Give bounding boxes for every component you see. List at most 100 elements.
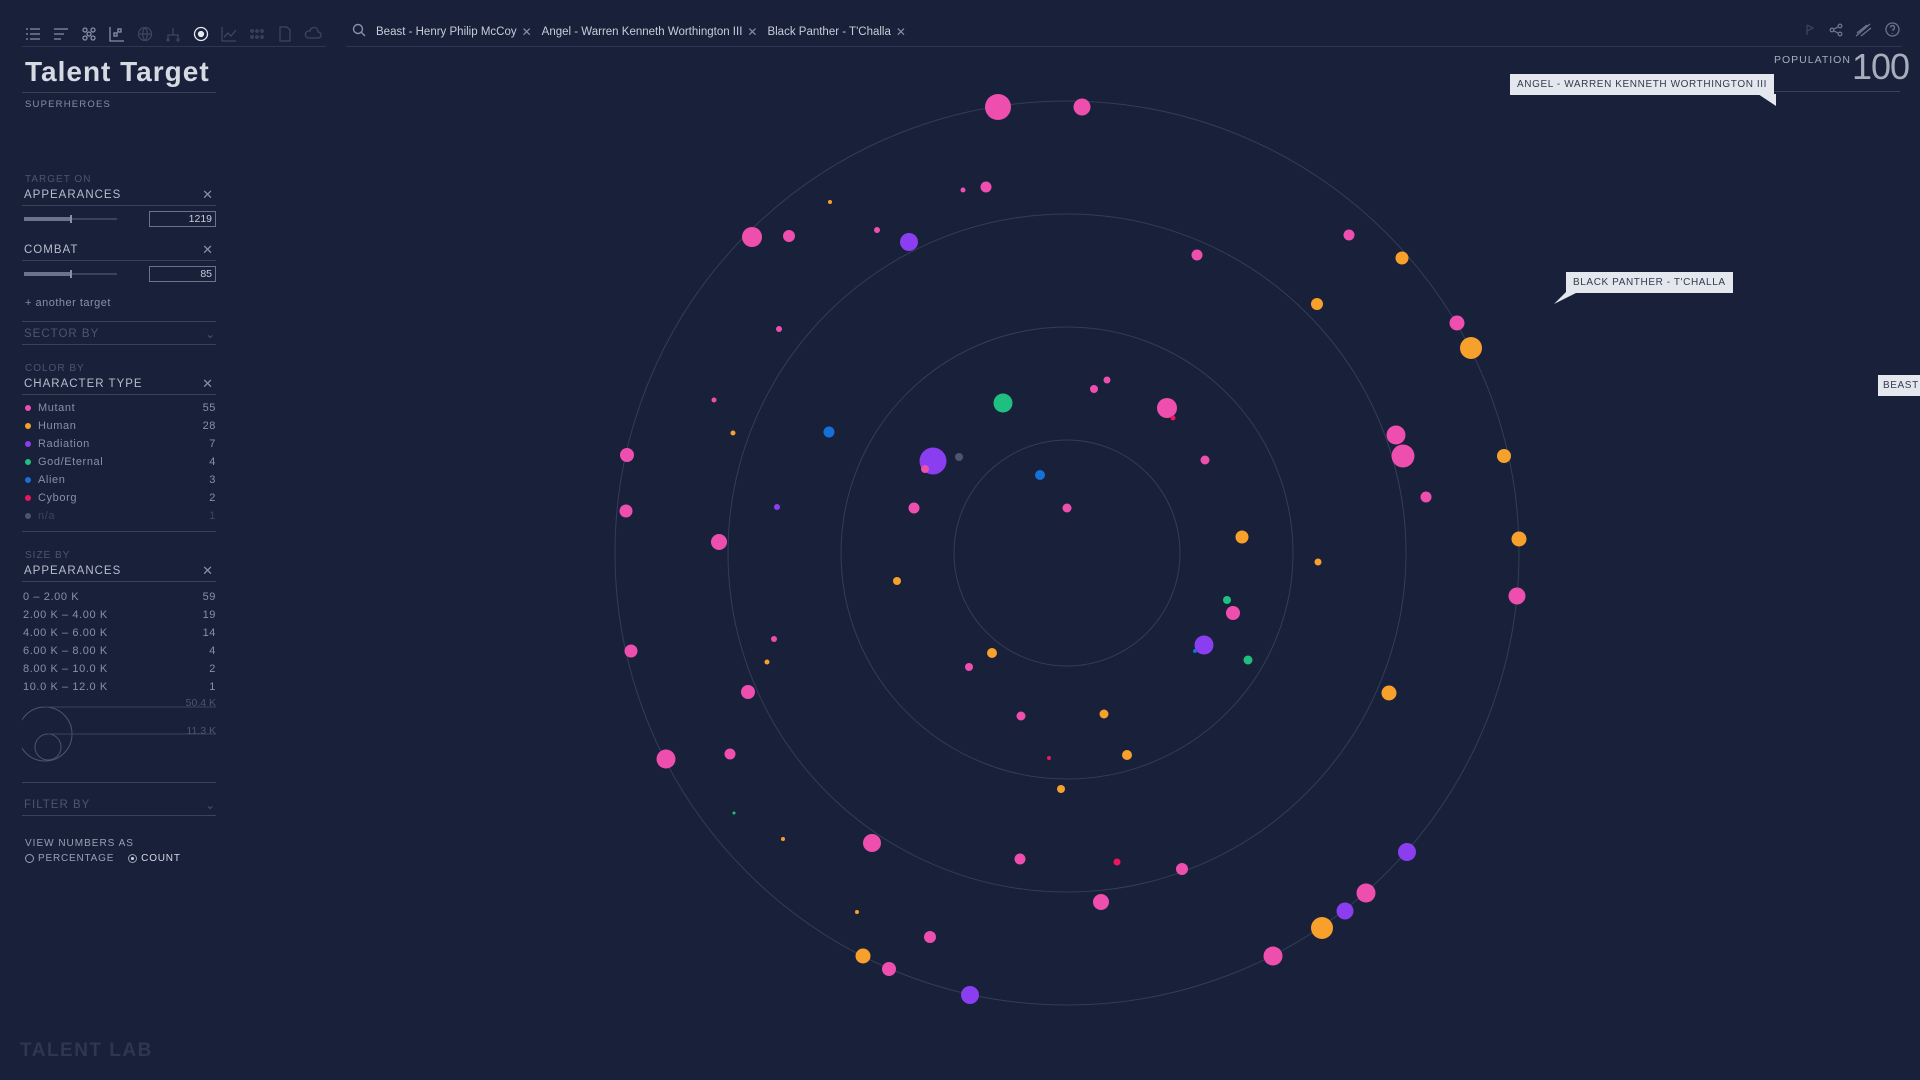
add-target-link[interactable]: + another target — [25, 297, 216, 309]
character-bubble[interactable] — [624, 644, 638, 658]
character-bubble[interactable] — [961, 986, 979, 1004]
character-bubble[interactable] — [711, 397, 717, 403]
character-bubble[interactable] — [1497, 449, 1511, 463]
character-bubble[interactable] — [1047, 756, 1051, 760]
radio-circle[interactable] — [128, 854, 138, 863]
character-bubble[interactable] — [1395, 251, 1409, 265]
search-icon[interactable] — [352, 23, 366, 42]
character-bubble[interactable] — [1243, 655, 1253, 665]
size-legend-item[interactable]: 6.00 K – 8.00 K 4 — [22, 642, 216, 660]
character-bubble[interactable] — [924, 931, 936, 943]
character-bubble[interactable] — [960, 187, 966, 193]
close-icon[interactable]: ✕ — [747, 25, 757, 39]
character-bubble[interactable] — [1356, 883, 1376, 903]
character-bubble[interactable] — [730, 430, 736, 436]
character-bubble[interactable] — [781, 837, 785, 841]
character-bubble[interactable] — [1016, 711, 1026, 721]
character-bubble[interactable] — [1194, 635, 1214, 655]
character-bubble[interactable] — [1193, 649, 1197, 653]
size-by-field[interactable]: APPEARANCES ✕ — [22, 561, 216, 582]
character-bubble[interactable] — [908, 502, 920, 514]
character-bubble[interactable] — [987, 648, 997, 658]
sector-by-dropdown[interactable]: SECTOR BY ⌄ — [22, 324, 216, 345]
character-bubble[interactable] — [1336, 902, 1354, 920]
legend-item[interactable]: Cyborg 2 — [22, 489, 216, 507]
character-bubble[interactable] — [1508, 587, 1526, 605]
character-bubble[interactable] — [1386, 425, 1406, 445]
character-bubble[interactable] — [724, 748, 736, 760]
bar-chart-icon[interactable] — [50, 23, 72, 45]
legend-item[interactable]: Alien 3 — [22, 471, 216, 489]
character-bubble[interactable] — [882, 962, 896, 976]
document-icon[interactable] — [274, 23, 296, 45]
character-bubble[interactable] — [1057, 785, 1065, 793]
dataset-name[interactable]: SUPERHEROES — [25, 99, 216, 110]
search-chip[interactable]: Beast - Henry Philip McCoy ✕ — [376, 25, 532, 39]
character-bubble[interactable] — [776, 326, 782, 332]
color-by-field[interactable]: CHARACTER TYPE ✕ — [22, 374, 216, 395]
target-field-combat[interactable]: COMBAT ✕ — [22, 240, 216, 261]
search-chip[interactable]: Angel - Warren Kenneth Worthington III ✕ — [542, 25, 758, 39]
legend-item[interactable]: Mutant 55 — [22, 399, 216, 417]
character-bubble[interactable] — [783, 230, 795, 242]
character-bubble[interactable] — [1073, 98, 1091, 116]
scatter-icon[interactable] — [106, 23, 128, 45]
character-bubble[interactable] — [741, 685, 755, 699]
character-bubble[interactable] — [1090, 385, 1098, 393]
slider-handle[interactable] — [70, 215, 72, 223]
character-bubble[interactable] — [980, 181, 992, 193]
character-bubble[interactable] — [1176, 863, 1188, 875]
callout-angel[interactable]: ANGEL - WARREN KENNETH WORTHINGTON III — [1510, 74, 1776, 106]
character-bubble[interactable] — [1226, 606, 1240, 620]
character-bubble[interactable] — [1223, 596, 1231, 604]
character-bubble[interactable] — [656, 749, 676, 769]
character-bubble[interactable] — [1170, 415, 1176, 421]
remove-icon[interactable]: ✕ — [202, 563, 216, 579]
character-bubble[interactable] — [855, 910, 859, 914]
character-bubble[interactable] — [1122, 750, 1132, 760]
radio-circle[interactable] — [25, 854, 34, 863]
list-icon[interactable] — [22, 23, 44, 45]
share-icon[interactable] — [1829, 23, 1843, 42]
help-icon[interactable] — [1885, 22, 1900, 42]
character-bubble[interactable] — [921, 465, 929, 473]
globe-icon[interactable] — [134, 23, 156, 45]
character-bubble[interactable] — [1311, 298, 1323, 310]
cloud-icon[interactable] — [302, 23, 324, 45]
character-bubble[interactable] — [1511, 531, 1527, 547]
character-bubble[interactable] — [1093, 894, 1109, 910]
character-bubble[interactable] — [863, 834, 881, 852]
character-bubble[interactable] — [893, 577, 901, 585]
size-legend-item[interactable]: 2.00 K – 4.00 K 19 — [22, 606, 216, 624]
cluster-icon[interactable] — [78, 23, 100, 45]
target-chart[interactable] — [0, 0, 1920, 1080]
character-bubble[interactable] — [1381, 685, 1397, 701]
remove-icon[interactable]: ✕ — [202, 376, 216, 392]
character-bubble[interactable] — [1099, 709, 1109, 719]
character-bubble[interactable] — [1157, 398, 1177, 418]
character-bubble[interactable] — [619, 504, 633, 518]
character-bubble[interactable] — [874, 227, 880, 233]
character-bubble[interactable] — [1391, 444, 1415, 468]
character-bubble[interactable] — [955, 453, 963, 461]
close-icon[interactable]: ✕ — [522, 25, 532, 39]
character-bubble[interactable] — [711, 534, 727, 550]
target-slider[interactable] — [24, 215, 117, 223]
character-bubble[interactable] — [1314, 558, 1322, 566]
hierarchy-icon[interactable] — [162, 23, 184, 45]
character-bubble[interactable] — [855, 948, 871, 964]
character-bubble[interactable] — [1062, 503, 1072, 513]
size-legend-item[interactable]: 8.00 K – 10.0 K 2 — [22, 660, 216, 678]
character-bubble[interactable] — [1014, 853, 1026, 865]
target-field-appearances[interactable]: APPEARANCES ✕ — [22, 185, 216, 206]
visibility-off-icon[interactable] — [1855, 23, 1873, 42]
radio-count[interactable]: COUNT — [128, 853, 181, 864]
character-bubble[interactable] — [1035, 470, 1045, 480]
size-legend-item[interactable]: 4.00 K – 6.00 K 14 — [22, 624, 216, 642]
legend-item[interactable]: Radiation 7 — [22, 435, 216, 453]
character-bubble[interactable] — [620, 448, 634, 462]
character-bubble[interactable] — [1113, 858, 1121, 866]
dots-icon[interactable] — [246, 23, 268, 45]
character-bubble[interactable] — [1191, 249, 1203, 261]
character-bubble[interactable] — [828, 200, 832, 204]
